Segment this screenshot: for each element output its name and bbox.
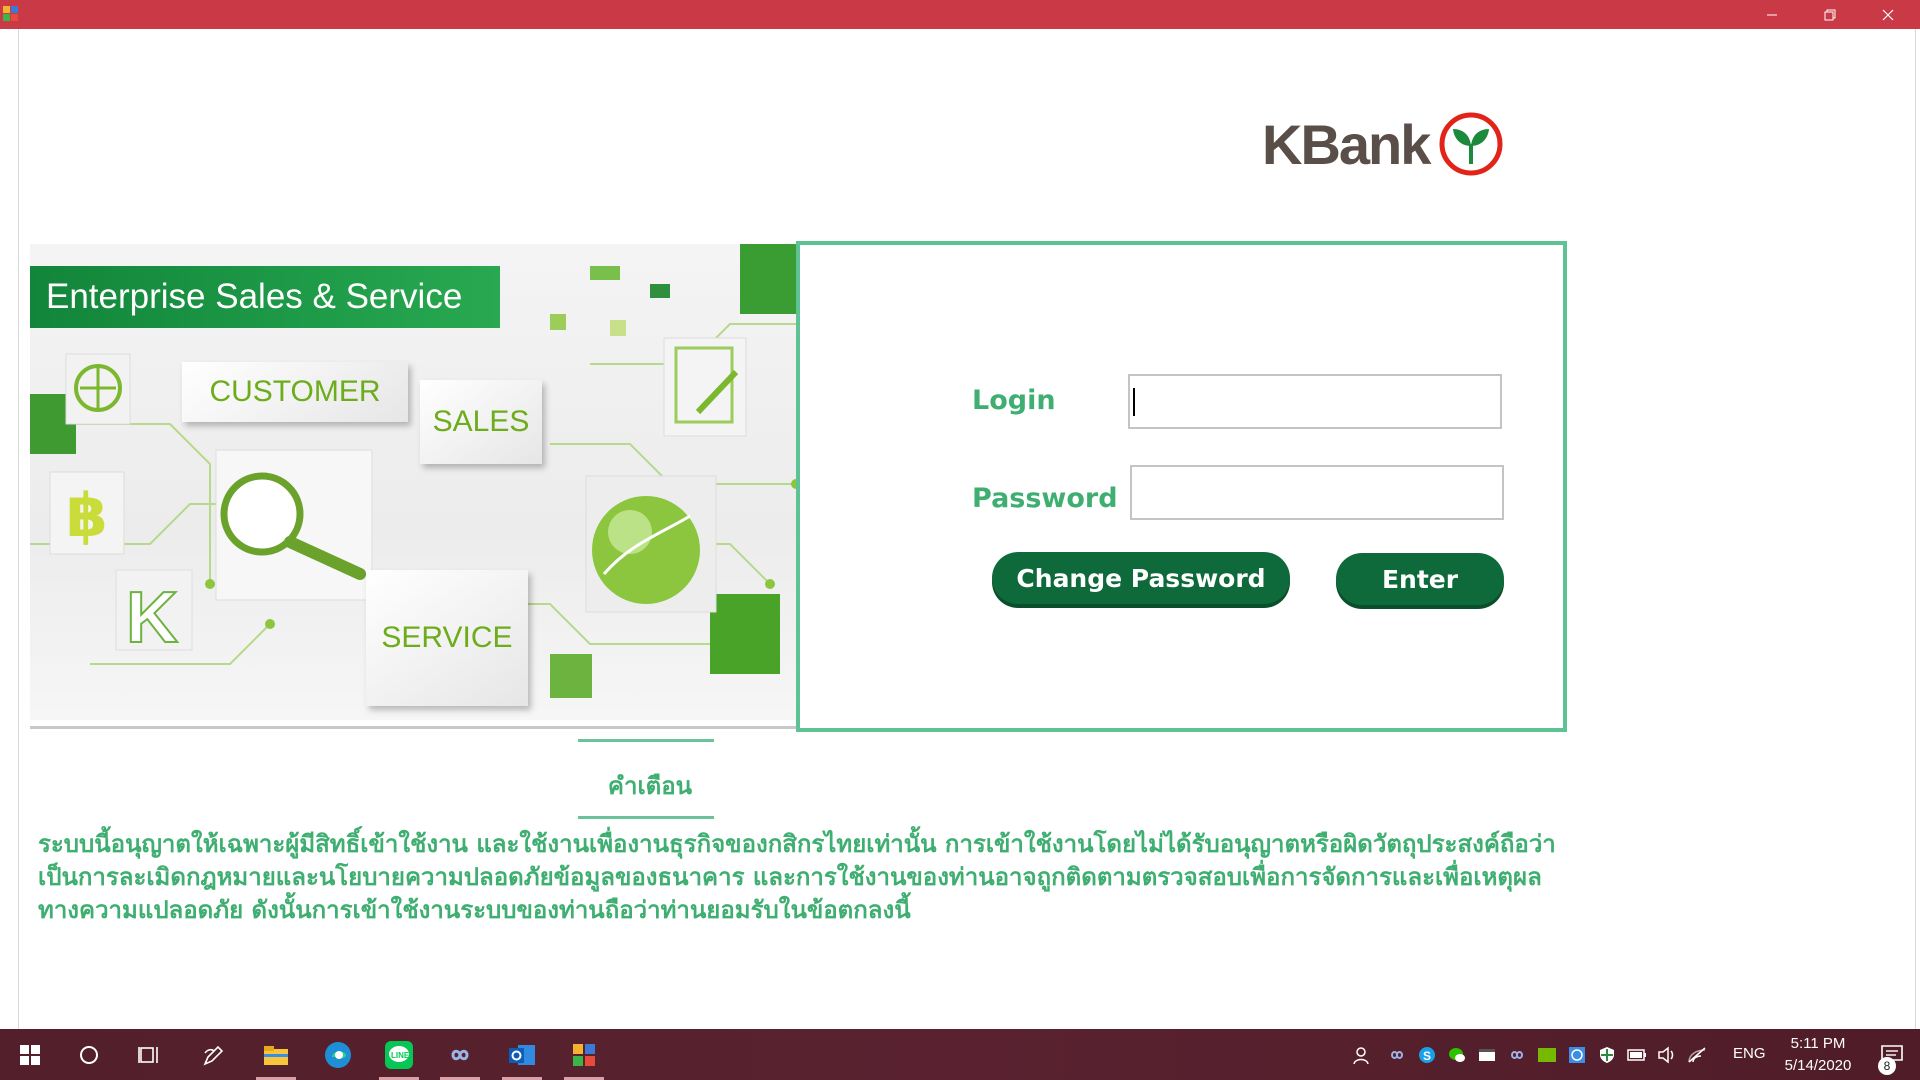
tray-wifi[interactable] — [1686, 1044, 1708, 1066]
minimize-icon — [1767, 14, 1777, 15]
start-button[interactable] — [6, 1029, 54, 1080]
warning-text: ระบบนี้อนุญาตให้เฉพาะผู้มีสิทธิ์เข้าใช้ง… — [38, 830, 1556, 924]
current-app-button[interactable] — [560, 1029, 608, 1080]
tray-security[interactable] — [1596, 1044, 1618, 1066]
search-button[interactable] — [65, 1029, 113, 1080]
svg-text:K: K — [126, 578, 178, 658]
tray-battery[interactable] — [1626, 1044, 1648, 1066]
edge-button[interactable] — [314, 1029, 362, 1080]
tray-infinity-2[interactable] — [1506, 1044, 1528, 1066]
line-icon: LINE — [385, 1040, 413, 1069]
warning-divider-top — [578, 739, 714, 742]
file-explorer-button[interactable] — [252, 1029, 300, 1080]
kbank-leaf-icon — [1439, 112, 1503, 176]
service-tile: SERVICE — [366, 570, 528, 706]
login-label: Login — [972, 385, 1056, 416]
infinity-icon — [1390, 1050, 1404, 1059]
infinity-icon — [1510, 1050, 1524, 1059]
clock-date: 5/14/2020 — [1784, 1057, 1852, 1074]
task-view-icon — [138, 1046, 158, 1063]
start-icon — [20, 1044, 40, 1065]
outlook-icon — [509, 1044, 535, 1065]
language-indicator[interactable]: ENG — [1733, 1045, 1766, 1062]
banner-image: ฿ K Enterprise Sales & Service CUSTOMER … — [30, 244, 796, 720]
globe-icon — [1569, 1046, 1585, 1063]
tray-window[interactable] — [1476, 1044, 1498, 1066]
chat-icon — [1449, 1047, 1465, 1062]
tray-nvidia[interactable] — [1536, 1044, 1558, 1066]
restore-button[interactable] — [1801, 0, 1859, 29]
window-frame-right — [1915, 29, 1916, 1029]
clipped-text-fragment — [440, 1016, 880, 1028]
people-button[interactable] — [1352, 1044, 1374, 1066]
task-view-button[interactable] — [125, 1029, 173, 1080]
battery-icon — [1627, 1048, 1646, 1061]
svg-text:S: S — [1423, 1049, 1431, 1063]
volume-icon — [1658, 1045, 1674, 1064]
edge-icon — [325, 1041, 351, 1068]
close-icon — [1882, 9, 1894, 20]
taskbar: LINE S — [0, 1029, 1920, 1080]
notification-badge: 8 — [1878, 1057, 1896, 1075]
password-input[interactable] — [1130, 465, 1504, 520]
window-icon — [1479, 1048, 1495, 1061]
svg-text:฿: ฿ — [66, 481, 108, 551]
banner-divider — [30, 726, 796, 729]
clock-time: 5:11 PM — [1790, 1035, 1846, 1052]
svg-text:LINE: LINE — [391, 1051, 410, 1060]
tray-infinity[interactable] — [1386, 1044, 1408, 1066]
outlook-button[interactable] — [498, 1029, 546, 1080]
warning-divider-bottom — [578, 816, 714, 819]
logo-text: KBank — [1262, 112, 1431, 176]
customer-tile: CUSTOMER — [182, 362, 408, 422]
password-label: Password — [972, 483, 1118, 514]
tray-wechat[interactable] — [1446, 1044, 1468, 1066]
warning-title: คำเตือน — [607, 772, 693, 800]
change-password-button[interactable]: Change Password — [992, 552, 1290, 604]
line-app-button[interactable]: LINE — [375, 1029, 423, 1080]
text-caret — [1133, 388, 1135, 416]
search-icon — [80, 1045, 98, 1064]
login-input[interactable] — [1128, 374, 1502, 429]
login-panel: Login Password Change Password Enter — [796, 241, 1567, 732]
window-frame-left — [18, 29, 19, 1029]
pen-workspace-button[interactable] — [190, 1029, 238, 1080]
system-tray: S — [1352, 1029, 1708, 1080]
sales-tile: SALES — [420, 380, 542, 464]
enter-button[interactable]: Enter — [1336, 553, 1504, 605]
tray-volume[interactable] — [1656, 1044, 1678, 1066]
file-explorer-icon — [264, 1045, 288, 1065]
app-icon — [3, 6, 19, 22]
wifi-icon — [1688, 1046, 1706, 1063]
app-infinity-icon — [451, 1049, 469, 1060]
shield-icon — [1600, 1046, 1614, 1063]
infinity-app-button[interactable] — [436, 1029, 484, 1080]
taskbar-clock[interactable]: 5:11 PM 5/14/2020 — [1772, 1033, 1864, 1077]
tray-skype[interactable]: S — [1416, 1044, 1438, 1066]
banner-title: Enterprise Sales & Service — [46, 277, 463, 316]
minimize-button[interactable] — [1743, 0, 1801, 29]
restore-icon — [1824, 9, 1836, 20]
skype-icon: S — [1419, 1046, 1435, 1063]
pen-icon — [203, 1045, 224, 1066]
kbank-logo: KBank — [1262, 104, 1503, 184]
people-icon — [1353, 1046, 1369, 1064]
close-button[interactable] — [1859, 0, 1917, 29]
tray-network-app[interactable] — [1566, 1044, 1588, 1066]
nvidia-icon — [1538, 1047, 1556, 1062]
app-window-icon — [573, 1043, 595, 1066]
title-bar — [0, 0, 1920, 29]
